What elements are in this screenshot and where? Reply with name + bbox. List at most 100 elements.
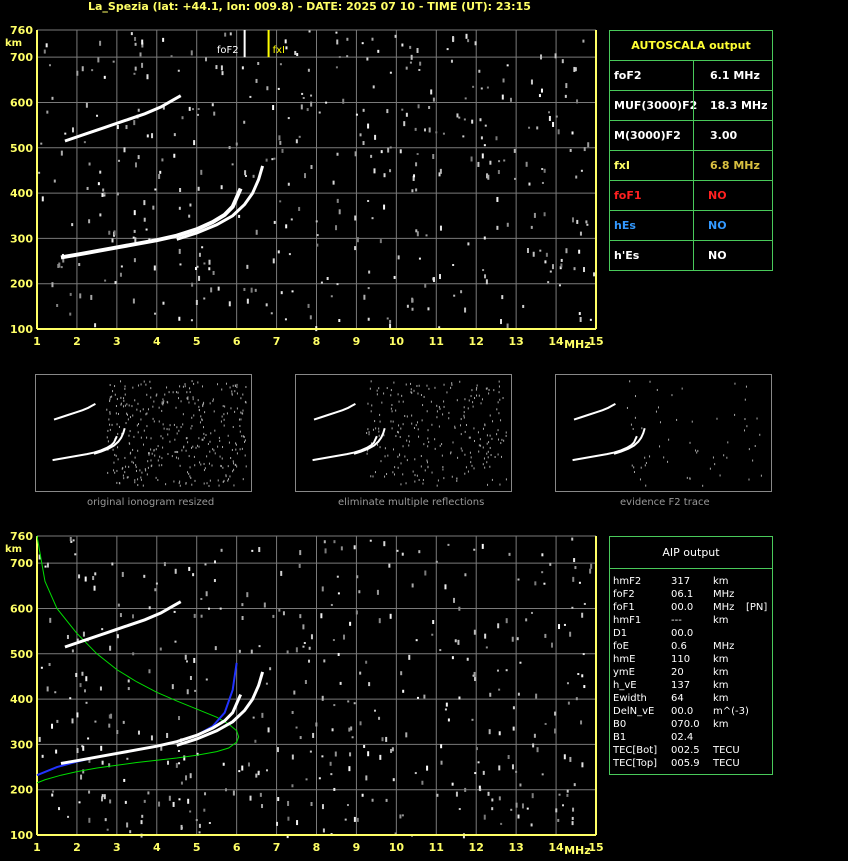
noise-speck	[101, 760, 104, 765]
noise-speck	[390, 748, 393, 753]
noise-speck	[573, 783, 576, 787]
thumb-speck	[243, 435, 245, 438]
noise-speck	[161, 158, 164, 162]
noise-speck	[354, 215, 357, 221]
thumb-speck	[431, 471, 433, 474]
noise-speck	[539, 249, 542, 252]
aip-param: foF2	[613, 589, 635, 600]
thumb-speck	[124, 456, 126, 459]
thumb-speck	[158, 420, 160, 423]
thumb-speck	[109, 400, 111, 403]
noise-speck	[569, 631, 572, 637]
thumb-speck	[153, 420, 155, 423]
noise-speck	[228, 146, 231, 150]
thumb-speck	[413, 426, 415, 429]
noise-speck	[414, 127, 417, 131]
thumb-speck	[128, 434, 130, 437]
aip-param: hmF1	[613, 615, 642, 626]
thumb-speck	[124, 393, 126, 396]
noise-speck	[389, 169, 392, 173]
noise-speck	[498, 796, 501, 801]
noise-speck	[474, 772, 477, 775]
thumb-speck	[106, 408, 108, 411]
noise-speck	[551, 264, 554, 270]
noise-speck	[353, 816, 356, 822]
thumb-speck	[500, 419, 502, 422]
noise-speck	[497, 170, 500, 175]
thumb-speck	[486, 387, 488, 390]
thumb-speck	[448, 411, 450, 414]
thumb-speck	[128, 442, 130, 445]
noise-speck	[321, 804, 324, 810]
noise-speck	[405, 732, 408, 738]
noise-speck	[401, 108, 404, 111]
noise-speck	[346, 55, 349, 58]
thumb-speck	[456, 479, 458, 482]
noise-speck	[580, 169, 583, 172]
thumb-speck	[175, 406, 177, 409]
noise-speck	[362, 141, 365, 146]
noise-speck	[254, 288, 257, 292]
noise-speck	[58, 807, 61, 811]
noise-speck	[158, 173, 161, 179]
noise-speck	[69, 312, 72, 316]
noise-speck	[250, 287, 253, 293]
thumb-speck	[505, 478, 507, 481]
noise-speck	[329, 761, 332, 766]
noise-speck	[564, 94, 567, 98]
noise-speck	[455, 791, 458, 797]
x-tick-label: 8	[313, 841, 321, 854]
thumb-speck	[480, 444, 482, 447]
autoscala-label: h'Es	[614, 249, 640, 262]
thumb-speck	[635, 395, 637, 398]
thumb-speck	[404, 455, 406, 458]
noise-speck	[123, 778, 126, 782]
noise-speck	[184, 654, 187, 660]
noise-speck	[549, 270, 552, 273]
noise-speck	[193, 613, 196, 618]
noise-speck	[244, 174, 247, 177]
thumb-speck	[124, 385, 126, 388]
noise-speck	[444, 708, 447, 711]
noise-speck	[195, 299, 198, 305]
noise-speck	[180, 824, 183, 830]
thumb-speck	[177, 457, 179, 460]
thumb-speck	[200, 415, 202, 418]
noise-speck	[178, 798, 181, 801]
noise-speck	[526, 248, 529, 254]
autoscala-row-fof1: foF1 NO	[609, 181, 773, 211]
noise-speck	[154, 312, 157, 315]
noise-speck	[569, 756, 572, 762]
noise-speck	[277, 250, 280, 254]
noise-speck	[374, 134, 377, 140]
thumb-speck	[467, 470, 469, 473]
noise-speck	[452, 264, 455, 267]
thumb-speck	[193, 382, 195, 385]
thumb-speck	[436, 410, 438, 413]
aip-row: foE 0.6 MHz	[613, 641, 771, 654]
thumb-speck	[420, 465, 422, 468]
noise-speck	[111, 238, 114, 243]
noise-speck	[423, 694, 426, 699]
noise-speck	[302, 645, 305, 648]
thumb-speck	[196, 444, 198, 447]
thumb-speck	[234, 410, 236, 413]
thumb-speck	[218, 484, 220, 487]
thumb-speck	[223, 424, 225, 427]
thumb-speck	[106, 436, 108, 439]
noise-speck	[430, 89, 433, 95]
thumb-speck	[714, 463, 716, 466]
noise-speck	[80, 774, 83, 780]
thumb-speck	[199, 421, 201, 424]
autoscala-value: NO	[708, 249, 727, 262]
x-tick-label: 9	[353, 841, 361, 854]
thumb-speck	[139, 410, 141, 413]
noise-speck	[296, 53, 299, 57]
thumb-speck	[244, 439, 246, 442]
thumb-speck	[370, 475, 372, 478]
noise-speck	[557, 818, 560, 822]
noise-speck	[134, 237, 137, 243]
thumb-speck	[398, 400, 400, 403]
autoscala-divider	[693, 241, 694, 270]
thumb-speck	[227, 479, 229, 482]
